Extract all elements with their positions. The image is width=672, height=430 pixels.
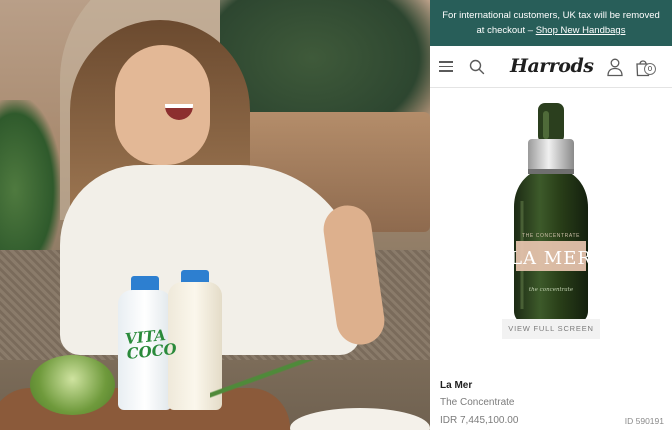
promo-banner-line1: For international customers, UK tax will…: [442, 10, 660, 21]
product-id: ID 590191: [624, 416, 664, 426]
product-brand[interactable]: La Mer: [440, 380, 664, 391]
product-page-panel: For international customers, UK tax will…: [430, 0, 672, 430]
photo-fern-front: [210, 360, 320, 400]
photo-coconut: [30, 355, 115, 415]
user-icon[interactable]: [606, 57, 624, 77]
search-icon[interactable]: [468, 58, 486, 76]
harrods-logo[interactable]: Harrods: [510, 55, 594, 77]
bag-count-badge: 0: [644, 63, 656, 75]
lifestyle-photo: VITA COCO: [0, 0, 430, 430]
bottle-label-name-top: THE CONCENTRATE: [522, 233, 580, 239]
bottle-label-name-bottom: the concentrate: [529, 287, 574, 293]
product-name: The Concentrate: [440, 397, 515, 408]
view-full-screen-button[interactable]: View Full Screen: [502, 319, 600, 339]
bottle-label-brand: LA MER: [510, 248, 592, 269]
hamburger-menu-icon[interactable]: [439, 61, 453, 72]
promo-banner: For international customers, UK tax will…: [430, 0, 672, 46]
photo-bottle-label: VITA COCO: [124, 325, 178, 364]
photo-plate: [290, 408, 430, 430]
promo-banner-text: at checkout: [476, 25, 526, 36]
site-header: Harrods 0: [430, 46, 672, 88]
promo-banner-line2: at checkout – Shop New Handbags: [430, 23, 672, 38]
promo-banner-separator: –: [527, 25, 536, 36]
photo-person-face: [115, 45, 210, 165]
shop-new-handbags-link[interactable]: Shop New Handbags: [536, 25, 626, 36]
